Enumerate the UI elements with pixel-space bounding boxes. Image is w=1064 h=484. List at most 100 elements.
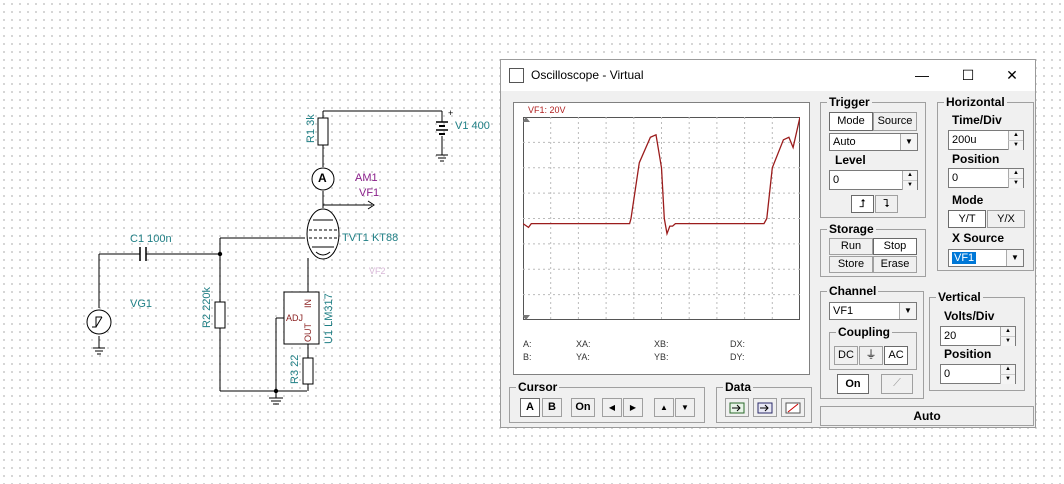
minimize-button[interactable]: — bbox=[899, 60, 945, 91]
close-button[interactable]: ✕ bbox=[989, 60, 1035, 91]
readout-xb: XB: bbox=[654, 339, 669, 349]
yt-mode-button[interactable]: Y/T bbox=[948, 210, 986, 228]
tube-symbol bbox=[306, 208, 340, 260]
out-pin-label: OUT bbox=[303, 323, 313, 342]
voltsdiv-label: Volts/Div bbox=[944, 309, 995, 323]
coupling-group: Coupling DC ⏚ AC bbox=[829, 325, 917, 370]
yx-mode-button[interactable]: Y/X bbox=[987, 210, 1025, 228]
trigger-mode-button[interactable]: Mode bbox=[829, 112, 873, 131]
run-button[interactable]: Run bbox=[829, 238, 873, 255]
vf-ghost-label: VF2 bbox=[369, 266, 386, 276]
readout-dx: DX: bbox=[730, 339, 746, 349]
spin-down-icon[interactable]: ▼ bbox=[1000, 336, 1015, 346]
ac-coupling-button[interactable]: AC bbox=[884, 346, 908, 365]
cursor-b-button[interactable]: B bbox=[542, 398, 562, 417]
cursor-right-button[interactable]: ▶ bbox=[623, 398, 643, 417]
dc-coupling-button[interactable]: DC bbox=[834, 346, 858, 365]
cursor-group: Cursor A B On ◀ ▶ ▲ ▼ bbox=[509, 380, 705, 423]
level-value: 0 bbox=[833, 174, 840, 186]
falling-edge-button[interactable]: ⮧ bbox=[875, 195, 898, 213]
spin-up-icon[interactable]: ▲ bbox=[1008, 131, 1023, 140]
cursor-on-button[interactable]: On bbox=[571, 398, 595, 417]
level-input[interactable]: 0 ▲ ▼ bbox=[829, 170, 918, 190]
v-position-value: 0 bbox=[944, 368, 951, 380]
h-position-input[interactable]: 0 ▲ ▼ bbox=[948, 168, 1024, 188]
xsource-label: X Source bbox=[952, 231, 1005, 245]
h-mode-label: Mode bbox=[952, 193, 984, 207]
trigger-mode-select[interactable]: Auto ▼ bbox=[829, 133, 918, 151]
readout-dy: DY: bbox=[730, 352, 745, 362]
ground-icon: ⏚ bbox=[865, 349, 877, 361]
data-group: Data bbox=[716, 380, 812, 423]
falling-edge-icon: ⮧ bbox=[883, 198, 890, 210]
oscilloscope-window[interactable]: Oscilloscope - Virtual — ☐ ✕ VF1: 20V A:… bbox=[500, 59, 1036, 428]
arrow-down-icon: ▼ bbox=[681, 403, 689, 412]
spin-up-icon[interactable]: ▲ bbox=[902, 171, 917, 180]
storage-title: Storage bbox=[827, 222, 876, 236]
spin-down-icon[interactable]: ▼ bbox=[1008, 178, 1023, 188]
cursor-left-button[interactable]: ◀ bbox=[602, 398, 622, 417]
timediv-label: Time/Div bbox=[952, 113, 1002, 127]
vertical-title: Vertical bbox=[936, 290, 983, 304]
stop-button[interactable]: Stop bbox=[873, 238, 917, 255]
spin-up-icon[interactable]: ▲ bbox=[1000, 365, 1015, 374]
xsource-select[interactable]: VF1 ▼ bbox=[948, 249, 1024, 267]
export-icon bbox=[757, 402, 773, 414]
vf1-label: VF1 bbox=[359, 187, 380, 199]
spin-up-icon[interactable]: ▲ bbox=[1000, 327, 1015, 336]
cursor-down-button[interactable]: ▼ bbox=[675, 398, 695, 417]
data-title: Data bbox=[723, 380, 754, 394]
schematic-canvas[interactable] bbox=[0, 0, 500, 484]
waveform-plot bbox=[523, 117, 800, 320]
channel-on-button[interactable]: On bbox=[837, 374, 869, 394]
readout-xa: XA: bbox=[576, 339, 591, 349]
horizontal-title: Horizontal bbox=[944, 95, 1007, 109]
xsource-value: VF1 bbox=[952, 252, 977, 264]
arrow-right-icon: ▶ bbox=[629, 403, 637, 412]
voltsdiv-input[interactable]: 20 ▲ ▼ bbox=[940, 326, 1016, 346]
vf1-trace bbox=[523, 117, 800, 237]
auto-button[interactable]: Auto bbox=[820, 406, 1034, 426]
readout-b: B: bbox=[523, 352, 532, 362]
v-position-input[interactable]: 0 ▲ ▼ bbox=[940, 364, 1016, 384]
v1-label: V1 400 bbox=[455, 120, 490, 132]
timediv-input[interactable]: 200u ▲ ▼ bbox=[948, 130, 1024, 150]
spin-down-icon[interactable]: ▼ bbox=[1008, 140, 1023, 150]
cursor-a-button[interactable]: A bbox=[520, 398, 540, 417]
channel-group: Channel VF1 ▼ Coupling DC ⏚ AC On ⟋ bbox=[820, 284, 924, 399]
rising-edge-button[interactable]: ⮥ bbox=[851, 195, 874, 213]
trigger-source-button[interactable]: Source bbox=[873, 112, 917, 131]
level-label: Level bbox=[835, 153, 866, 167]
adj-pin-label: ADJ bbox=[286, 313, 304, 323]
spin-down-icon[interactable]: ▼ bbox=[1000, 374, 1015, 384]
u1-label: U1 LM317 bbox=[323, 293, 335, 344]
c1-label: C1 100n bbox=[130, 233, 172, 245]
window-title: Oscilloscope - Virtual bbox=[531, 68, 644, 82]
storage-group: Storage Run Stop Store Erase bbox=[820, 222, 926, 277]
ammeter-symbol-label: A bbox=[318, 171, 327, 185]
maximize-button[interactable]: ☐ bbox=[945, 60, 991, 91]
trigger-group: Trigger Mode Source Auto ▼ Level 0 ▲ ▼ ⮥… bbox=[820, 95, 926, 218]
data-plot-button[interactable] bbox=[781, 398, 805, 417]
arrow-left-icon: ◀ bbox=[608, 403, 616, 412]
import-icon bbox=[729, 402, 745, 414]
title-bar[interactable]: Oscilloscope - Virtual — ☐ ✕ bbox=[501, 60, 1035, 91]
data-export-button[interactable] bbox=[753, 398, 777, 417]
cursor-title: Cursor bbox=[516, 380, 560, 394]
erase-button[interactable]: Erase bbox=[873, 256, 917, 273]
channel-select[interactable]: VF1 ▼ bbox=[829, 302, 917, 320]
h-position-label: Position bbox=[952, 152, 1000, 166]
spin-down-icon[interactable]: ▼ bbox=[902, 180, 917, 190]
data-import-button[interactable] bbox=[725, 398, 749, 417]
spin-up-icon[interactable]: ▲ bbox=[1008, 169, 1023, 178]
cursor-up-button[interactable]: ▲ bbox=[654, 398, 674, 417]
store-button[interactable]: Store bbox=[829, 256, 873, 273]
r3-resistor-symbol bbox=[302, 357, 314, 385]
scope-display[interactable]: VF1: 20V A: B: XA: YA: XB: YB: DX: DY: bbox=[513, 102, 810, 375]
arrow-up-icon: ▲ bbox=[660, 403, 668, 412]
ground-coupling-button[interactable]: ⏚ bbox=[859, 346, 883, 365]
readout-a: A: bbox=[523, 339, 532, 349]
trigger-mode-value: Auto bbox=[833, 136, 856, 148]
v1-plus-label: + bbox=[448, 108, 454, 118]
probe-button[interactable]: ⟋ bbox=[881, 374, 913, 394]
